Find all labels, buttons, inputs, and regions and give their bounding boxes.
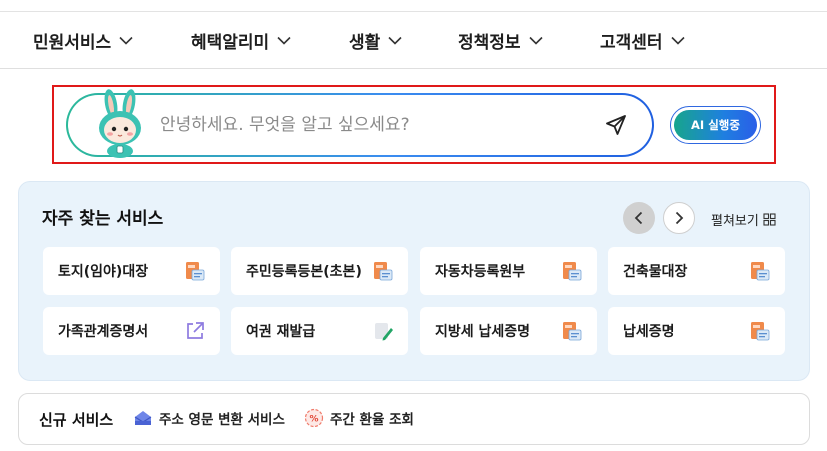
- carousel-prev-button[interactable]: [623, 202, 655, 234]
- mascot-rabbit-icon: [99, 89, 141, 158]
- service-card-resident-register[interactable]: 주민등록등본(초본): [231, 247, 408, 295]
- nav-item-label: 정책정보: [458, 33, 521, 53]
- service-card-vehicle-register[interactable]: 자동차등록원부: [420, 247, 597, 295]
- service-card-building-register[interactable]: 건축물대장: [608, 247, 785, 295]
- service-card-label: 건축물대장: [623, 264, 688, 280]
- service-card-label: 주민등록등본(초본): [246, 264, 362, 280]
- chevron-down-icon: [119, 36, 133, 45]
- expand-view-label: 펼쳐보기: [711, 214, 759, 229]
- nav-item-label: 고객센터: [600, 33, 663, 53]
- service-card-label: 자동차등록원부: [435, 264, 526, 280]
- pdf-document-icon: [749, 320, 771, 342]
- service-card-passport-reissue[interactable]: 여권 재발급: [231, 307, 408, 355]
- new-service-weekly-exchange-rate[interactable]: % 주간 환율 조회: [304, 405, 414, 431]
- nav-item-customer-center[interactable]: 고객센터: [600, 12, 685, 69]
- percent-tag-icon: %: [304, 408, 324, 428]
- nav-item-label: 생활: [349, 33, 381, 53]
- chevron-down-icon: [388, 36, 402, 45]
- frequent-services-title: 자주 찾는 서비스: [42, 209, 164, 229]
- service-card-label: 납세증명: [623, 324, 675, 340]
- new-service-label: 주소 영문 변환 서비스: [159, 412, 285, 428]
- service-card-family-relation[interactable]: 가족관계증명서: [43, 307, 220, 355]
- service-card-label: 토지(임야)대장: [58, 264, 149, 280]
- nav-item-life[interactable]: 생활: [349, 12, 402, 69]
- service-card-label: 지방세 납세증명: [435, 324, 531, 340]
- ai-button-label: AI 실행중: [674, 110, 757, 140]
- service-card-land-register[interactable]: 토지(임야)대장: [43, 247, 220, 295]
- pdf-document-icon: [372, 260, 394, 282]
- pdf-document-icon: [749, 260, 771, 282]
- mailbox-icon: [133, 409, 153, 427]
- new-services-title: 신규 서비스: [39, 411, 114, 429]
- new-service-address-english[interactable]: 주소 영문 변환 서비스: [133, 405, 285, 431]
- pdf-document-icon: [184, 260, 206, 282]
- grid-icon: [763, 213, 776, 226]
- pdf-document-icon: [561, 260, 583, 282]
- nav-item-civil-service[interactable]: 민원서비스: [33, 12, 133, 69]
- carousel-next-button[interactable]: [663, 202, 695, 234]
- nav-item-label: 민원서비스: [33, 33, 112, 53]
- service-card-label: 여권 재발급: [246, 324, 316, 340]
- service-card-local-tax-certificate[interactable]: 지방세 납세증명: [420, 307, 597, 355]
- expand-view-button[interactable]: 펼쳐보기: [711, 210, 776, 229]
- nav-item-benefit-alert[interactable]: 혜택알리미: [191, 12, 291, 69]
- service-card-label: 가족관계증명서: [58, 324, 149, 340]
- chevron-right-icon: [674, 211, 684, 225]
- chevron-down-icon: [528, 36, 543, 45]
- nav-item-policy-info[interactable]: 정책정보: [458, 12, 543, 69]
- chevron-down-icon: [277, 36, 291, 45]
- search-input[interactable]: [160, 110, 580, 140]
- svg-text:%: %: [309, 415, 318, 425]
- pdf-document-icon: [561, 320, 583, 342]
- service-card-tax-certificate[interactable]: 납세증명: [608, 307, 785, 355]
- edit-document-icon: [372, 320, 394, 342]
- send-icon[interactable]: [604, 113, 628, 137]
- external-link-icon: [184, 320, 206, 342]
- ai-running-button[interactable]: AI 실행중: [670, 106, 761, 144]
- new-service-label: 주간 환율 조회: [330, 412, 414, 428]
- chevron-left-icon: [634, 211, 644, 225]
- nav-item-label: 혜택알리미: [191, 33, 270, 53]
- main-nav: 민원서비스 혜택알리미 생활 정책정보 고객센터: [0, 12, 827, 69]
- chevron-down-icon: [670, 36, 685, 45]
